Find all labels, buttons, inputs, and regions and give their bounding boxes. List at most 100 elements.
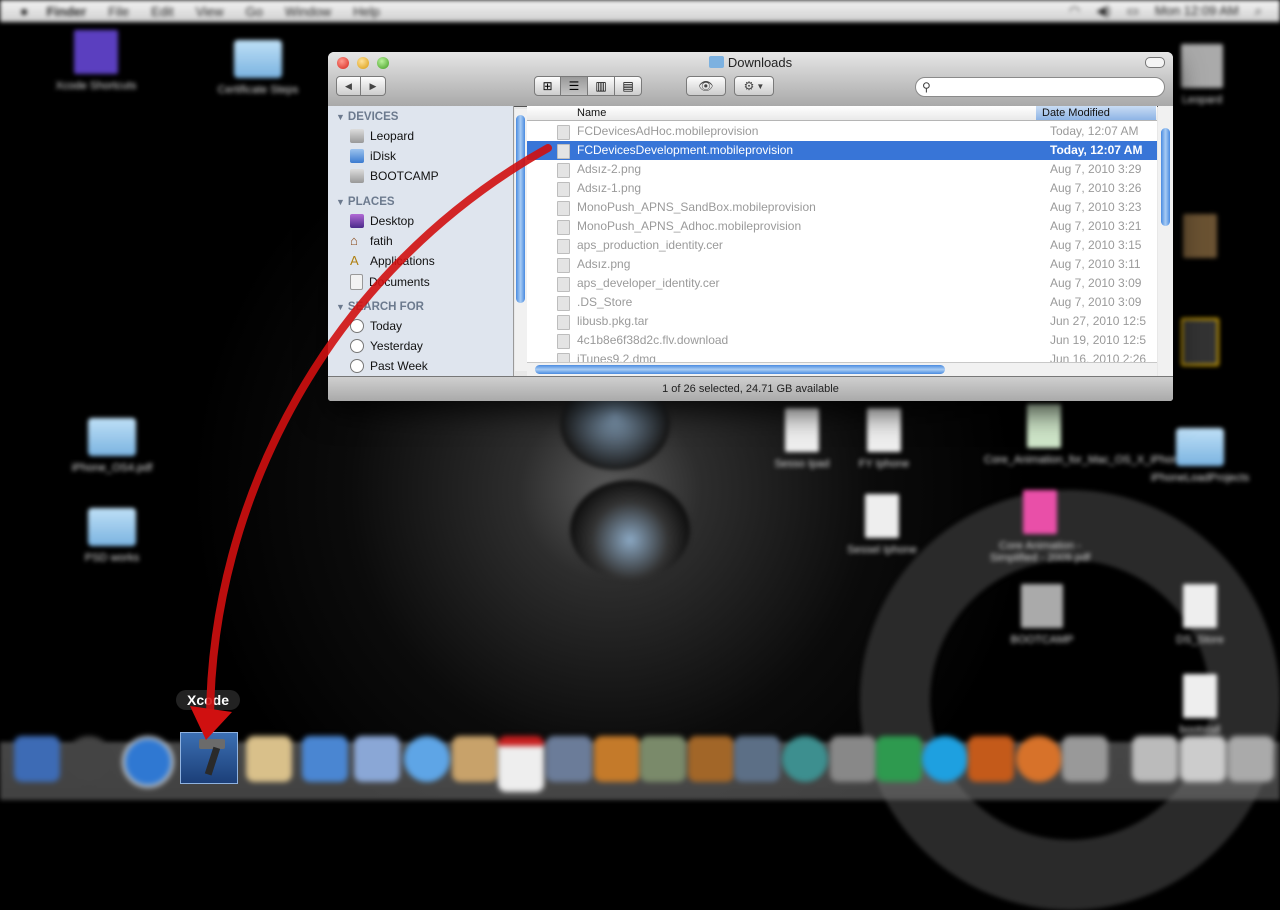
scroll-thumb[interactable] — [535, 365, 945, 374]
sidebar-item-leopard[interactable]: Leopard — [350, 129, 414, 143]
menubar-clock[interactable]: Mon 12:09 AM — [1155, 3, 1239, 19]
dock-photo-icon[interactable] — [546, 736, 592, 782]
desktop-icon[interactable]: FY Iphone — [824, 408, 944, 470]
desktop-icon[interactable]: iPhone_OS4.pdf — [52, 418, 172, 474]
dock-textedit-icon[interactable] — [246, 736, 292, 782]
sidebar-item-fatih[interactable]: ⌂ fatih — [350, 234, 393, 249]
desktop-icon[interactable]: Certificate Steps — [198, 40, 318, 96]
desktop-icon[interactable]: DS_Store — [1140, 584, 1260, 646]
dock-folder-icon[interactable] — [1180, 736, 1226, 782]
dock-finder-icon[interactable] — [14, 736, 60, 782]
list-scrollbar[interactable] — [1158, 106, 1173, 376]
menu-edit[interactable]: Edit — [151, 4, 173, 19]
name-column-header[interactable]: Name — [577, 107, 606, 119]
table-row[interactable]: Adsız.png Aug 7, 2010 3:11 — [527, 255, 1157, 274]
back-button[interactable]: ◀ — [336, 76, 361, 96]
dock-mail-icon[interactable] — [302, 736, 348, 782]
desktop-icon[interactable]: Xcode Shortcuts — [36, 30, 156, 92]
toolbar-toggle-button[interactable] — [1145, 57, 1165, 68]
dock-ichat-icon[interactable] — [404, 736, 450, 782]
desktop-icon[interactable]: bootstall — [1140, 674, 1260, 736]
sidebar-item-idisk[interactable]: iDisk — [350, 149, 396, 163]
dock-calendar-icon[interactable] — [498, 736, 544, 792]
table-row[interactable]: FCDevicesAdHoc.mobileprovision Today, 12:… — [527, 122, 1157, 141]
scroll-thumb[interactable] — [1161, 128, 1170, 226]
table-row[interactable]: .DS_Store Aug 7, 2010 3:09 — [527, 293, 1157, 312]
dock-firefox-icon[interactable] — [1016, 736, 1062, 782]
spotlight-icon[interactable]: ⌕ — [1255, 3, 1262, 19]
dock-safari-icon[interactable] — [122, 736, 174, 788]
table-row[interactable]: MonoPush_APNS_SandBox.mobileprovision Aug… — [527, 198, 1157, 217]
desktop-icon[interactable]: Sessel Iphone — [822, 494, 942, 556]
scroll-thumb[interactable] — [516, 115, 525, 303]
search-input[interactable]: ⚲ — [915, 77, 1165, 97]
volume-icon[interactable]: ◀) — [1096, 3, 1110, 19]
file-list: Name Date Modified FCDevicesAdHoc.mobile… — [527, 106, 1157, 376]
table-row[interactable]: MonoPush_APNS_Adhoc.mobileprovision Aug 7… — [527, 217, 1157, 236]
desktop-icon[interactable]: BOOTCAMP — [982, 584, 1102, 646]
menu-help[interactable]: Help — [353, 4, 380, 19]
icon-view-button[interactable]: ⊞ — [534, 76, 561, 96]
table-row[interactable]: aps_production_identity.cer Aug 7, 2010 3… — [527, 236, 1157, 255]
desktop-icon-label: Certificate Steps — [217, 84, 299, 96]
sidebar-item-yesterday[interactable]: Yesterday — [350, 339, 423, 353]
sidebar-item-documents[interactable]: Documents — [350, 274, 430, 290]
sidebar-section-search-for[interactable]: ▼ SEARCH FOR — [336, 301, 424, 313]
dock-timemachine-icon[interactable] — [782, 736, 828, 782]
sidebar-scrollbar[interactable] — [515, 109, 527, 371]
dock-camera-icon[interactable] — [66, 736, 112, 782]
sidebar-item-label: Applications — [370, 254, 435, 268]
sidebar-item-label: Desktop — [370, 214, 415, 228]
horizontal-scrollbar[interactable] — [527, 362, 1157, 377]
table-row[interactable]: Adsız-1.png Aug 7, 2010 3:26 — [527, 179, 1157, 198]
dock-dashboard-icon[interactable] — [734, 736, 780, 782]
dock-iphoto-icon[interactable] — [594, 736, 640, 782]
table-row[interactable]: aps_developer_identity.cer Aug 7, 2010 3:… — [527, 274, 1157, 293]
dock-document-icon[interactable] — [1062, 736, 1108, 782]
dock-network-icon[interactable] — [876, 736, 922, 782]
action-menu-button[interactable]: ⚙ ▼ — [734, 76, 774, 96]
dock-syspref-icon[interactable] — [830, 736, 876, 782]
desktop-icon-label: bootstall — [1179, 724, 1221, 736]
table-row[interactable]: libusb.pkg.tar Jun 27, 2010 12:5 — [527, 312, 1157, 331]
desktop-icon[interactable]: iPhoneLoadProjects — [1140, 428, 1260, 484]
title-bar[interactable]: Downloads ◀ ▶ ⊞ ☰ ▥ ▤ 👁 ⚙ ▼ ⚲ — [328, 52, 1173, 107]
quicklook-button[interactable]: 👁 — [686, 76, 726, 96]
dock-garageband-icon[interactable] — [688, 736, 734, 782]
table-row[interactable]: FCDevicesDevelopment.mobileprovision Toda… — [527, 141, 1157, 160]
desktop-icon[interactable]: Core Animation - Simplified - 2009.pdf — [980, 490, 1100, 564]
menu-go[interactable]: Go — [246, 4, 263, 19]
table-row[interactable]: 4c1b8e6f38d2c.flv.download Jun 19, 2010 1… — [527, 331, 1157, 350]
dock-downloads-icon[interactable] — [1132, 736, 1178, 782]
sidebar-item-applications[interactable]: A Applications — [350, 254, 435, 269]
dock-preview-icon[interactable] — [354, 736, 400, 782]
menu-finder[interactable]: Finder — [46, 4, 86, 19]
sidebar-item-today[interactable]: Today — [350, 319, 402, 333]
dock-xcode-icon[interactable] — [180, 732, 238, 784]
list-view-button[interactable]: ☰ — [561, 76, 588, 96]
apple-menu-icon[interactable]: ● — [20, 3, 28, 19]
forward-button[interactable]: ▶ — [361, 76, 386, 96]
column-view-button[interactable]: ▥ — [588, 76, 615, 96]
menu-file[interactable]: File — [108, 4, 129, 19]
dock-bridge-icon[interactable] — [968, 736, 1014, 782]
battery-icon[interactable]: ▭ — [1127, 3, 1139, 19]
sidebar-item-bootcamp[interactable]: BOOTCAMP — [350, 169, 439, 183]
menu-view[interactable]: View — [196, 4, 224, 19]
sidebar-section-devices[interactable]: ▼ DEVICES — [336, 111, 398, 123]
coverflow-view-button[interactable]: ▤ — [615, 76, 642, 96]
wifi-icon[interactable]: ◠ — [1069, 3, 1080, 19]
desktop-icon[interactable]: Core_Animation_for_Mac_OS_X_iPhone.pdf — [984, 404, 1203, 466]
sidebar-section-places[interactable]: ▼ PLACES — [336, 196, 395, 208]
dock-tooltip: Xcode — [176, 690, 240, 710]
menu-window[interactable]: Window — [285, 4, 331, 19]
table-row[interactable]: Adsız-2.png Aug 7, 2010 3:29 — [527, 160, 1157, 179]
dock-addressbook-icon[interactable] — [452, 736, 498, 782]
date-column-header[interactable]: Date Modified — [1036, 106, 1156, 120]
dock-trash-icon[interactable] — [1228, 736, 1274, 782]
dock-tool-icon[interactable] — [640, 736, 686, 782]
desktop-icon[interactable]: PSD works — [52, 508, 172, 564]
dock-skype-icon[interactable] — [922, 736, 968, 782]
sidebar-item-past-week[interactable]: Past Week — [350, 359, 428, 373]
sidebar-item-desktop[interactable]: Desktop — [350, 214, 414, 228]
